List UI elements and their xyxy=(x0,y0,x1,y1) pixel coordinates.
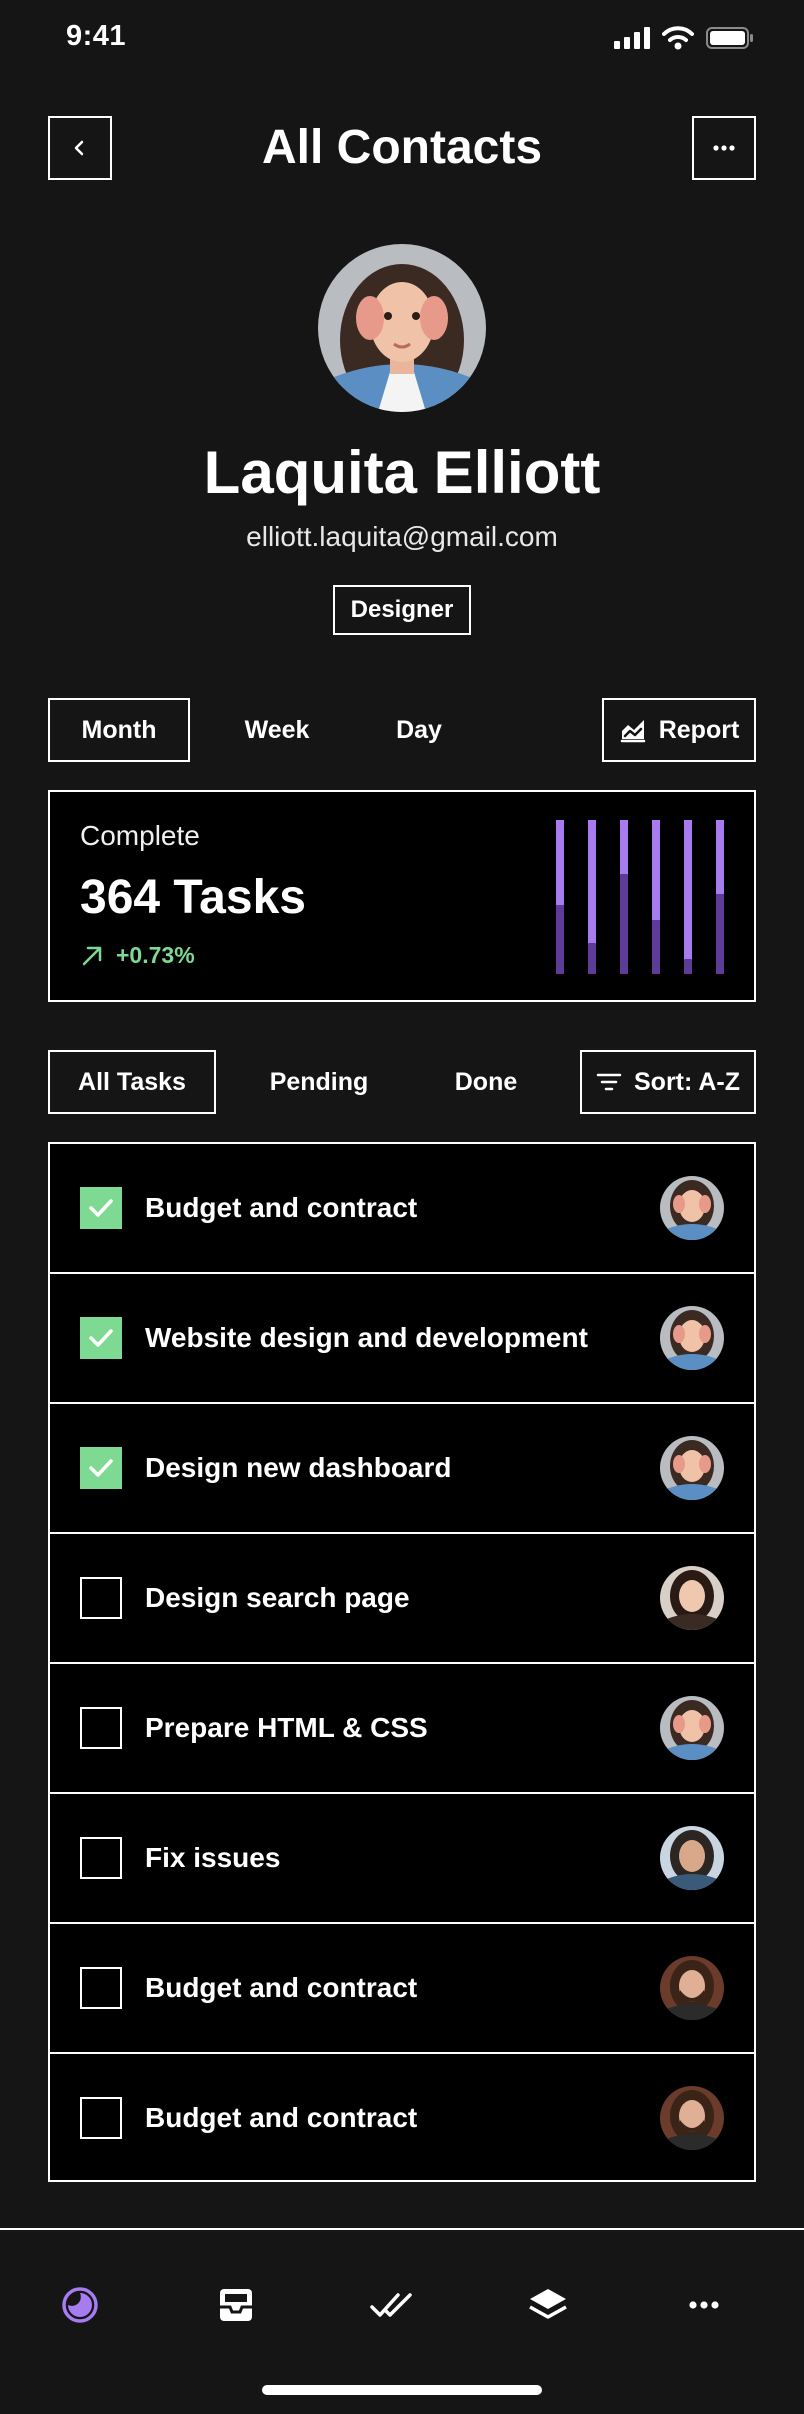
task-label: Design new dashboard xyxy=(145,1452,452,1483)
task-row[interactable]: Design new dashboard xyxy=(50,1404,754,1534)
task-checkbox[interactable] xyxy=(80,1317,122,1359)
more-dots-icon xyxy=(713,145,735,151)
moon-icon xyxy=(62,2287,98,2323)
stats-bar xyxy=(588,820,596,974)
role-badge: Designer xyxy=(333,585,471,635)
assignee-avatar[interactable] xyxy=(660,1956,724,2020)
tab-done[interactable]: Done xyxy=(412,1050,560,1114)
stats-bar-fill xyxy=(556,820,564,905)
sort-button[interactable]: Sort: A-Z xyxy=(580,1050,756,1114)
task-row[interactable]: Budget and contract xyxy=(50,1144,754,1274)
task-row[interactable]: Budget and contract xyxy=(50,1924,754,2054)
double-check-icon xyxy=(370,2293,412,2317)
nav-tasks[interactable] xyxy=(367,2280,417,2330)
task-label: Budget and contract xyxy=(145,1192,418,1223)
sort-filter-icon xyxy=(596,1073,622,1091)
task-label: Website design and development xyxy=(145,1322,588,1353)
nav-more[interactable] xyxy=(679,2280,729,2330)
task-checkbox[interactable] xyxy=(80,2097,122,2139)
task-checkbox[interactable] xyxy=(80,1707,122,1749)
nav-inbox[interactable] xyxy=(211,2280,261,2330)
stats-bar-fill xyxy=(588,820,596,943)
stats-bar-fill xyxy=(716,820,724,894)
task-label: Budget and contract xyxy=(145,1972,418,2003)
stats-change: +0.73% xyxy=(80,942,195,969)
assignee-avatar[interactable] xyxy=(660,1176,724,1240)
stats-bar-fill xyxy=(620,820,628,874)
task-row[interactable]: Budget and contract xyxy=(50,2054,754,2184)
task-row[interactable]: Website design and development xyxy=(50,1274,754,1404)
trend-up-arrow-icon xyxy=(82,946,102,965)
home-indicator xyxy=(262,2385,542,2395)
tab-all-tasks[interactable]: All Tasks xyxy=(48,1050,216,1114)
tab-pending[interactable]: Pending xyxy=(238,1050,400,1114)
layers-icon xyxy=(529,2289,567,2319)
task-checkbox[interactable] xyxy=(80,1967,122,2009)
stats-change-value: +0.73% xyxy=(116,942,195,968)
stats-bar xyxy=(684,820,692,974)
wifi-icon xyxy=(662,26,694,50)
status-bar: 9:41 xyxy=(0,0,804,70)
task-checkbox[interactable] xyxy=(80,1837,122,1879)
task-label: Fix issues xyxy=(145,1842,281,1873)
task-checkbox[interactable] xyxy=(80,1187,122,1229)
task-label: Prepare HTML & CSS xyxy=(145,1712,428,1743)
stats-bar xyxy=(652,820,660,974)
task-row[interactable]: Fix issues xyxy=(50,1794,754,1924)
assignee-avatar[interactable] xyxy=(660,1566,724,1630)
profile-email: elliott.laquita@gmail.com xyxy=(246,521,558,552)
task-row[interactable]: Design search page xyxy=(50,1534,754,1664)
sort-button-label: Sort: A-Z xyxy=(634,1067,740,1096)
stats-value: 364 Tasks xyxy=(80,871,306,924)
report-button[interactable]: Report xyxy=(602,698,756,762)
stats-bar-fill xyxy=(684,820,692,959)
checkmark-icon xyxy=(89,1329,113,1347)
task-list: Budget and contract Website design and de… xyxy=(48,1142,756,2182)
profile-name: Laquita Elliott xyxy=(203,439,601,506)
task-row[interactable]: Prepare HTML & CSS xyxy=(50,1664,754,1794)
assignee-avatar[interactable] xyxy=(660,1696,724,1760)
stats-bar-chart xyxy=(556,820,724,974)
more-options-button[interactable] xyxy=(692,116,756,180)
report-button-label: Report xyxy=(658,715,740,744)
report-chart-icon xyxy=(620,720,645,743)
status-icons xyxy=(614,26,754,50)
stats-bar-fill xyxy=(652,820,660,920)
stats-bar xyxy=(556,820,564,974)
task-label: Budget and contract xyxy=(145,2102,418,2133)
assignee-avatar[interactable] xyxy=(660,1826,724,1890)
assignee-avatar[interactable] xyxy=(660,1436,724,1500)
tab-week[interactable]: Week xyxy=(206,698,348,762)
checkmark-icon xyxy=(89,1199,113,1217)
task-checkbox[interactable] xyxy=(80,1447,122,1489)
inbox-icon xyxy=(220,2289,252,2321)
stats-label: Complete xyxy=(80,820,200,851)
checkmark-icon xyxy=(89,1459,113,1477)
nav-layers[interactable] xyxy=(523,2280,573,2330)
task-checkbox[interactable] xyxy=(80,1577,122,1619)
more-dots-icon xyxy=(689,2301,719,2309)
tab-month[interactable]: Month xyxy=(48,698,190,762)
nav-divider xyxy=(0,2228,804,2230)
stats-bar xyxy=(620,820,628,974)
assignee-avatar[interactable] xyxy=(660,1306,724,1370)
page-title: All Contacts xyxy=(261,121,543,174)
profile-avatar xyxy=(318,244,486,412)
nav-home[interactable] xyxy=(55,2280,105,2330)
stats-bar xyxy=(716,820,724,974)
battery-icon xyxy=(706,27,753,49)
stats-card: Complete 364 Tasks +0.73% xyxy=(48,790,756,1002)
tab-day[interactable]: Day xyxy=(348,698,490,762)
assignee-avatar[interactable] xyxy=(660,2086,724,2150)
cellular-signal-icon xyxy=(614,27,650,49)
task-label: Design search page xyxy=(145,1582,410,1613)
status-time: 9:41 xyxy=(66,20,127,52)
